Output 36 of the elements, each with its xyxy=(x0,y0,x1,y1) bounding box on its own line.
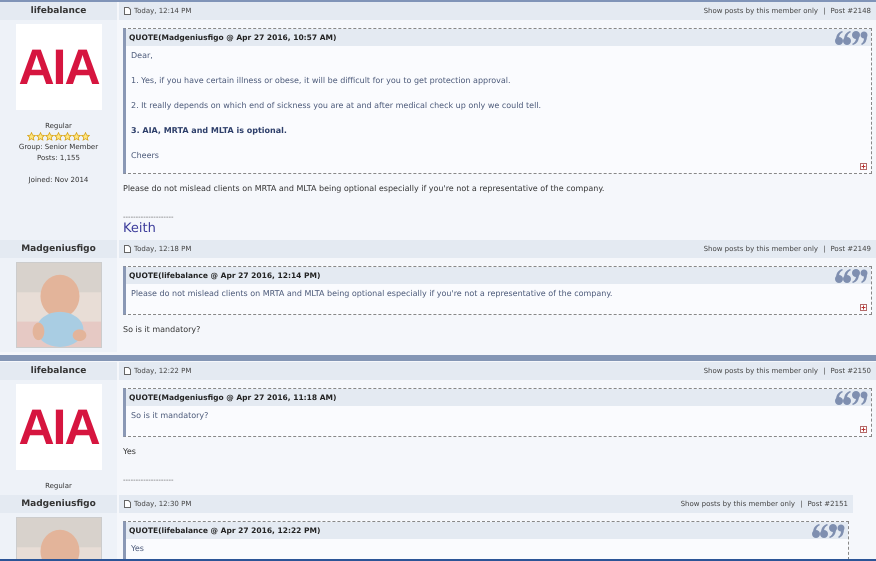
avatar-logo: AIA xyxy=(16,24,102,110)
page-icon xyxy=(124,367,131,375)
author-name[interactable]: lifebalance xyxy=(0,2,117,20)
quote-icon xyxy=(834,268,868,284)
post-text: So is it mandatory? xyxy=(123,324,202,336)
page-icon xyxy=(124,245,131,253)
star-icon xyxy=(63,132,72,141)
quote-icon xyxy=(811,522,845,538)
quote-icon xyxy=(834,30,868,46)
author-name[interactable]: Madgeniusfigo xyxy=(0,495,117,513)
post-text: Yes xyxy=(123,446,137,458)
plus-box-icon[interactable] xyxy=(860,163,867,170)
post-text: Please do not mislead clients on MRTA and MLTA being optional especially if you're not a representative of the company. xyxy=(123,183,606,195)
plus-box-icon[interactable] xyxy=(860,426,867,433)
page-icon xyxy=(124,500,131,508)
star-icon xyxy=(45,132,54,141)
quote-text: Yes xyxy=(131,544,145,554)
quote-text: 1. Yes, if you have certain illness or obese, it will be difficult for you to get protection approval. xyxy=(131,76,512,86)
star-icon xyxy=(72,132,81,141)
quote-text: 2. It really depends on which end of sickness you are at and after medical check up only we could tell. xyxy=(131,101,542,111)
avatar-logo: AIA xyxy=(16,384,102,470)
author-name[interactable]: Madgeniusfigo xyxy=(0,240,117,258)
star-icon xyxy=(27,132,36,141)
quote-text: Cheers xyxy=(131,151,160,161)
plus-box-icon[interactable] xyxy=(860,304,867,311)
page-icon xyxy=(124,7,131,15)
star-icon xyxy=(81,132,90,141)
quote-text: 3. AIA, MRTA and MLTA is optional. xyxy=(131,126,288,136)
quote-icon xyxy=(834,390,868,406)
quote-text: Please do not mislead clients on MRTA and MLTA being optional especially if you're not a representative of the company. xyxy=(131,289,614,299)
author-name[interactable]: lifebalance xyxy=(0,362,117,380)
star-icon xyxy=(54,132,63,141)
quote-text: Dear, xyxy=(131,51,154,61)
signature-name: Keith xyxy=(123,221,157,236)
quote-text: So is it mandatory? xyxy=(131,411,210,421)
star-icon xyxy=(36,132,45,141)
